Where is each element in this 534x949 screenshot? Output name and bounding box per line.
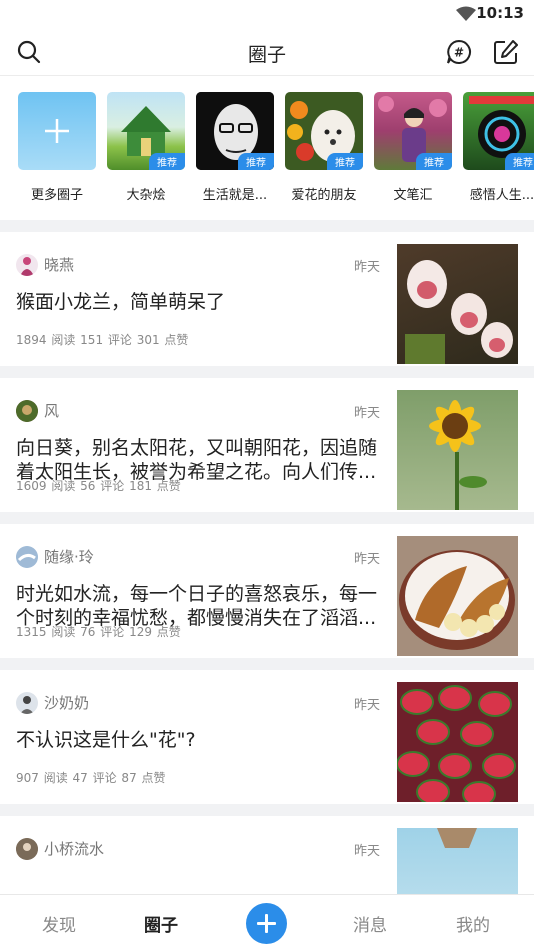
wifi-icon — [456, 6, 476, 21]
circle-item-life[interactable]: 推荐 生活就是... — [196, 92, 274, 203]
circle-thumbnail[interactable]: 推荐 — [107, 92, 185, 170]
orchid-image — [405, 260, 513, 364]
topic-chat-icon[interactable]: # — [446, 39, 472, 65]
post-photo[interactable] — [397, 536, 518, 656]
post-time: 昨天 — [354, 552, 381, 567]
circle-label: 文笔汇 — [393, 188, 433, 203]
author-name[interactable]: 风 — [44, 400, 59, 421]
top-bar: 圈子 # — [0, 28, 534, 76]
recommend-badge: 推荐 — [505, 153, 534, 170]
author-name[interactable]: 小桥流水 — [44, 838, 104, 859]
avatar[interactable] — [16, 400, 38, 422]
circle-thumbnail[interactable]: 推荐 — [463, 92, 534, 170]
circle-thumbnail[interactable]: 推荐 — [285, 92, 363, 170]
circle-label: 大杂烩 — [126, 188, 166, 203]
coleus-image — [397, 685, 516, 802]
post-feed: 晓燕 昨天 猴面小龙兰，简单萌呆了 1894 阅读 151 评论 301 点赞 … — [0, 232, 534, 949]
post-title[interactable]: 猴面小龙兰，简单萌呆了 — [16, 290, 384, 314]
circle-item-dazahui[interactable]: 推荐 大杂烩 — [107, 92, 185, 203]
post-photo[interactable] — [397, 390, 518, 510]
circle-thumbnail[interactable]: 推荐 — [374, 92, 452, 170]
post-photo[interactable] — [397, 244, 518, 364]
circle-label: 感悟人生... — [469, 188, 534, 203]
tab-mine[interactable]: 我的 — [456, 911, 490, 936]
circle-label: 更多圈子 — [30, 188, 83, 203]
recommend-badge: 推荐 — [327, 153, 363, 170]
avatar[interactable] — [16, 254, 38, 276]
bottom-tab-bar: 发现 圈子 消息 我的 — [0, 894, 534, 949]
post-card[interactable]: 晓燕 昨天 猴面小龙兰，简单萌呆了 1894 阅读 151 评论 301 点赞 — [0, 232, 534, 378]
circle-item-flowers[interactable]: 推荐 爱花的朋友 — [285, 92, 363, 203]
post-title[interactable]: 不认识这是什么"花"? — [16, 728, 384, 752]
post-time: 昨天 — [354, 406, 381, 421]
circle-item-more[interactable]: 更多圈子 — [18, 92, 96, 203]
post-time: 昨天 — [354, 260, 381, 275]
post-card[interactable]: 风 昨天 向日葵，别名太阳花，又叫朝阳花，因追随着太阳生长，被誉为希望之花。向人… — [0, 378, 534, 524]
recommend-badge: 推荐 — [238, 153, 274, 170]
more-circles-thumbnail[interactable] — [18, 92, 96, 170]
author-name[interactable]: 晓燕 — [44, 254, 74, 275]
tab-discover[interactable]: 发现 — [42, 911, 76, 936]
post-card[interactable]: 随缘·玲 昨天 时光如水流，每一个日子的喜怒哀乐，每一个时刻的幸福忧愁，都慢慢消… — [0, 524, 534, 670]
plus-icon — [45, 119, 69, 143]
sunflower-image — [429, 400, 487, 510]
svg-text:#: # — [454, 46, 464, 60]
circle-label: 爱花的朋友 — [291, 188, 357, 203]
section-divider — [0, 220, 534, 232]
post-time: 昨天 — [354, 698, 381, 713]
post-stats: 1315 阅读 76 评论 129 点赞 — [16, 625, 181, 639]
status-time: 10:13 — [476, 4, 524, 22]
avatar[interactable] — [16, 838, 38, 860]
avatar[interactable] — [16, 692, 38, 714]
recommend-badge: 推荐 — [416, 153, 452, 170]
recommend-badge: 推荐 — [149, 153, 185, 170]
tab-messages[interactable]: 消息 — [353, 911, 387, 936]
post-time: 昨天 — [354, 844, 381, 859]
circle-item-life-insight[interactable]: 推荐 感悟人生... — [463, 92, 534, 203]
tab-circles[interactable]: 圈子 — [144, 911, 178, 936]
create-post-button[interactable] — [246, 903, 287, 944]
compose-icon[interactable] — [493, 39, 519, 65]
author-name[interactable]: 沙奶奶 — [44, 692, 89, 713]
status-bar: 10:13 — [0, 0, 534, 28]
post-photo[interactable] — [397, 682, 518, 802]
avatar[interactable] — [16, 546, 38, 568]
circle-label: 生活就是... — [202, 188, 268, 203]
circle-item-writing[interactable]: 推荐 文笔汇 — [374, 92, 452, 203]
post-stats: 1609 阅读 56 评论 181 点赞 — [16, 479, 181, 493]
post-stats: 907 阅读 47 评论 87 点赞 — [16, 771, 166, 785]
post-stats: 1894 阅读 151 评论 301 点赞 — [16, 333, 189, 347]
pastry-image — [399, 550, 515, 650]
post-card[interactable]: 沙奶奶 昨天 不认识这是什么"花"? 907 阅读 47 评论 87 点赞 — [0, 670, 534, 816]
author-name[interactable]: 随缘·玲 — [44, 546, 94, 567]
circle-list: 更多圈子 推荐 大杂烩 推荐 生活就是... 推荐 爱花的朋友 推荐 文笔汇 推… — [0, 76, 534, 220]
circle-thumbnail[interactable]: 推荐 — [196, 92, 274, 170]
